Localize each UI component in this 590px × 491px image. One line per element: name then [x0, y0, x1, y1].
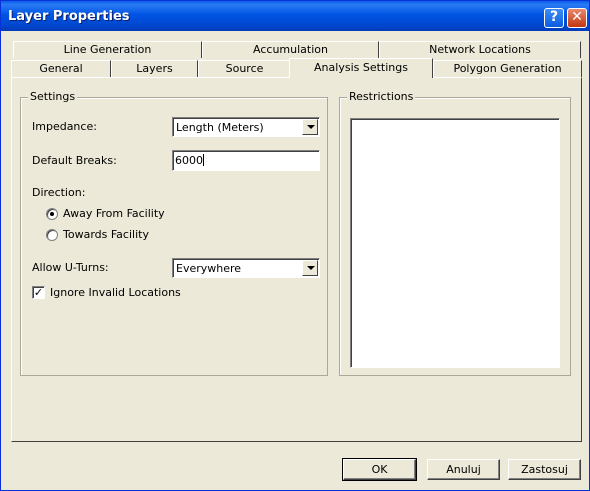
tab-layers[interactable]: Layers	[111, 60, 198, 77]
direction-label: Direction:	[32, 186, 86, 199]
window-title: Layer Properties	[8, 9, 130, 24]
towards-facility-label[interactable]: Towards Facility	[63, 228, 149, 241]
tab-polygon-generation[interactable]: Polygon Generation	[433, 60, 582, 77]
ignore-invalid-checkbox[interactable]: ✓	[32, 286, 45, 299]
title-bar[interactable]: Layer Properties ? ✕	[1, 1, 589, 31]
tab-network-locations[interactable]: Network Locations	[379, 41, 581, 58]
impedance-value: Length (Meters)	[176, 121, 264, 134]
chevron-down-icon[interactable]	[302, 260, 318, 276]
uturns-value: Everywhere	[176, 262, 242, 275]
tab-general[interactable]: General	[11, 60, 111, 77]
radio-towards-facility[interactable]	[46, 229, 58, 241]
close-button[interactable]: ✕	[567, 8, 587, 28]
tab-accumulation[interactable]: Accumulation	[202, 41, 379, 58]
settings-group-label: Settings	[28, 90, 78, 103]
tab-line-generation[interactable]: Line Generation	[13, 41, 202, 58]
settings-group: Settings Impedance: Length (Meters) Defa…	[20, 90, 328, 376]
default-breaks-label: Default Breaks:	[32, 154, 117, 167]
apply-button[interactable]: Zastosuj	[508, 459, 581, 480]
restrictions-group: Restrictions	[339, 90, 571, 376]
uturns-dropdown[interactable]: Everywhere	[172, 258, 320, 278]
away-from-facility-label[interactable]: Away From Facility	[63, 207, 165, 220]
tab-source[interactable]: Source	[198, 60, 291, 77]
impedance-dropdown[interactable]: Length (Meters)	[172, 117, 320, 137]
uturns-label: Allow U-Turns:	[32, 261, 109, 274]
help-button[interactable]: ?	[544, 8, 564, 28]
restrictions-list[interactable]	[350, 118, 560, 368]
tab-analysis-settings[interactable]: Analysis Settings	[289, 58, 433, 78]
chevron-down-icon[interactable]	[302, 119, 318, 135]
ok-button[interactable]: OK	[342, 458, 417, 481]
analysis-settings-panel: Settings Impedance: Length (Meters) Defa…	[11, 77, 582, 442]
impedance-label: Impedance:	[32, 120, 97, 133]
restrictions-group-label: Restrictions	[347, 90, 416, 103]
default-breaks-input[interactable]: 6000	[172, 150, 320, 171]
default-breaks-value: 6000	[175, 154, 204, 167]
layer-properties-dialog: Layer Properties ? ✕ Line Generation Acc…	[0, 0, 590, 491]
ignore-invalid-label[interactable]: Ignore Invalid Locations	[50, 286, 181, 299]
radio-away-from-facility[interactable]	[46, 208, 58, 220]
cancel-button[interactable]: Anuluj	[427, 459, 500, 480]
